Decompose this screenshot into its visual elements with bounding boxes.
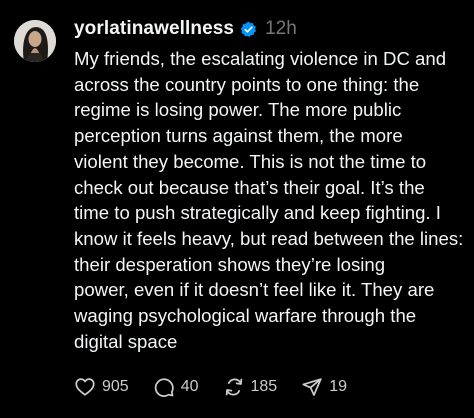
like-count: 905 (102, 378, 129, 395)
repost-arrows-icon (225, 378, 242, 396)
post-actions: 905 40 185 19 (74, 372, 371, 402)
share-button[interactable]: 19 (301, 376, 347, 398)
avatar-image (14, 20, 56, 62)
post-text-line: violent they become. This is not the tim… (74, 150, 427, 172)
like-button[interactable]: 905 (74, 376, 129, 398)
repost-count: 185 (250, 378, 278, 395)
reply-count: 40 (180, 378, 199, 395)
post-body: My friends, the escalating violence in D… (74, 46, 472, 354)
thread-post: yorlatinawellness 12h My friends, the es… (0, 0, 474, 418)
post-text-line: check out because that’s their goal. It’… (74, 176, 425, 198)
post-header: yorlatinawellness 12h (74, 14, 297, 44)
username[interactable]: yorlatinawellness (74, 18, 234, 40)
heart-icon (75, 378, 95, 396)
avatar[interactable] (14, 20, 56, 62)
verified-badge-icon (240, 21, 257, 38)
post-text-line: know it feels heavy, but read between th… (74, 227, 464, 249)
post-text-line: power, even if it doesn’t feel like it. … (74, 279, 435, 301)
post-text-line: My friends, the escalating violence in D… (74, 48, 447, 69)
reply-button[interactable]: 40 (153, 376, 199, 398)
post-text-line: regime is losing power. The more public (74, 99, 402, 121)
share-count: 19 (329, 378, 347, 395)
post-text-line: digital space (74, 330, 178, 352)
post-text-line: time to push strategically and keep figh… (74, 202, 441, 224)
post-text-line: across the country points to one thing: … (74, 73, 420, 95)
speech-bubble-icon (154, 378, 174, 397)
paper-plane-icon (302, 378, 322, 396)
post-text-line: their desperation shows they’re losing (74, 253, 386, 275)
post-text-line: waging psychological warfare through the (74, 305, 417, 327)
post-text-line: perception turns against them, the more (74, 125, 403, 147)
post-timestamp: 12h (265, 18, 297, 39)
repost-button[interactable]: 185 (223, 376, 278, 398)
